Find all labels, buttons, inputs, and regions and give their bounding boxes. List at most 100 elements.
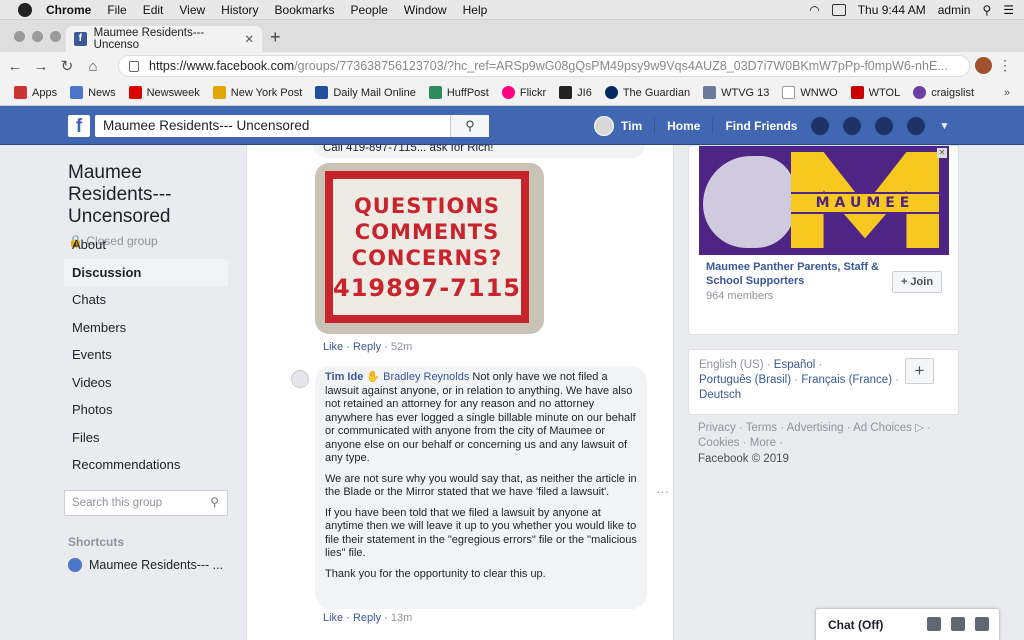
comment-options-icon[interactable]: ···	[656, 484, 669, 499]
settings-gear-icon[interactable]	[975, 617, 989, 631]
language-link[interactable]: Français (France)	[801, 374, 892, 386]
chrome-menu-icon[interactable]: ⋮	[998, 57, 1012, 74]
zoom-window-button[interactable]	[50, 31, 61, 42]
forward-icon[interactable]: →	[30, 58, 52, 75]
flickr-icon	[501, 86, 515, 99]
profile-link[interactable]: Tim	[621, 119, 642, 133]
menu-people[interactable]: People	[351, 3, 388, 17]
menu-file[interactable]: File	[107, 3, 126, 17]
comment-author[interactable]: Tim Ide	[325, 371, 363, 383]
suggested-group-name[interactable]: Maumee Panther Parents, Staff & School S…	[706, 260, 886, 288]
wifi-icon[interactable]: ◠	[809, 3, 819, 17]
nav-discussion[interactable]: Discussion	[64, 258, 228, 286]
language-link[interactable]: Deutsch	[699, 389, 741, 401]
extension-icon[interactable]	[975, 57, 992, 74]
footer-link[interactable]: Ad Choices	[853, 422, 912, 434]
menu-bookmarks[interactable]: Bookmarks	[275, 3, 335, 17]
user-name[interactable]: admin	[938, 3, 971, 17]
close-icon[interactable]: ✕	[937, 148, 947, 158]
search-icon[interactable]: ⚲	[210, 495, 219, 509]
bookmark-new-york-post[interactable]: New York Post	[212, 86, 302, 99]
find-friends-link[interactable]: Find Friends	[725, 119, 797, 133]
bookmark-craigslist[interactable]: craigslist	[913, 86, 974, 99]
menu-help[interactable]: Help	[463, 3, 488, 17]
join-button[interactable]: + Join	[892, 271, 942, 293]
back-icon[interactable]: ←	[4, 58, 26, 75]
facebook-search-input[interactable]: Maumee Residents--- Uncensored	[95, 115, 489, 137]
app-menu-chrome[interactable]: Chrome	[46, 3, 91, 17]
address-bar[interactable]: https://www.facebook.com/groups/77363875…	[118, 55, 970, 77]
bookmark-huffpost[interactable]: HuffPost	[428, 86, 489, 99]
bookmark-the-guardian[interactable]: The Guardian	[604, 86, 690, 99]
menu-window[interactable]: Window	[404, 3, 447, 17]
compose-icon[interactable]	[927, 617, 941, 631]
reply-link[interactable]: Reply	[353, 341, 381, 353]
timestamp[interactable]: 52m	[391, 341, 412, 353]
menu-view[interactable]: View	[179, 3, 205, 17]
footer-link[interactable]: Advertising	[787, 422, 844, 434]
ad-image[interactable]: MAUMEE ✕	[699, 146, 949, 255]
bookmarks-overflow-button[interactable]: »	[1004, 87, 1010, 99]
minimize-window-button[interactable]	[32, 31, 43, 42]
footer-link[interactable]: Cookies	[698, 437, 740, 449]
search-icon[interactable]: ⚲	[450, 115, 489, 137]
bookmark-wtvg[interactable]: WTVG 13	[703, 86, 769, 99]
avatar[interactable]	[291, 370, 309, 388]
add-language-button[interactable]: +	[905, 358, 934, 384]
tagged-user[interactable]: Bradley Reynolds	[383, 371, 469, 383]
chat-label[interactable]: Chat (Off)	[828, 618, 883, 632]
footer-link[interactable]: Privacy	[698, 422, 736, 434]
like-link[interactable]: Like	[323, 612, 343, 624]
chat-bar[interactable]: Chat (Off)	[815, 608, 1000, 640]
close-tab-icon[interactable]: ✕	[244, 32, 254, 46]
group-title[interactable]: Maumee Residents--- Uncensored	[68, 162, 238, 228]
bookmark-wnwo[interactable]: WNWO	[782, 86, 838, 99]
footer-link[interactable]: More	[750, 437, 776, 449]
home-icon[interactable]: ⌂	[82, 58, 104, 75]
comment-photo[interactable]: QUESTIONS COMMENTS CONCERNS? 419897-7115	[315, 163, 544, 334]
nav-files[interactable]: Files	[64, 424, 228, 452]
reply-link[interactable]: Reply	[353, 612, 381, 624]
reload-icon[interactable]: ↻	[56, 57, 78, 75]
language-link[interactable]: Português (Brasil)	[699, 374, 791, 386]
like-link[interactable]: Like	[323, 341, 343, 353]
nav-about[interactable]: About	[64, 231, 228, 259]
nav-events[interactable]: Events	[64, 341, 228, 369]
help-icon[interactable]	[907, 117, 926, 135]
nav-photos[interactable]: Photos	[64, 396, 228, 424]
language-link[interactable]: Español	[774, 359, 816, 371]
new-tab-button[interactable]: +	[270, 27, 281, 48]
avatar[interactable]	[594, 116, 614, 136]
nav-members[interactable]: Members	[64, 314, 228, 342]
apple-icon[interactable]: a	[18, 2, 32, 17]
nav-chats[interactable]: Chats	[64, 286, 228, 314]
nav-recommendations[interactable]: Recommendations	[64, 451, 228, 479]
clock[interactable]: Thu 9:44 AM	[858, 3, 926, 17]
create-group-icon[interactable]	[951, 617, 965, 631]
bookmark-flickr[interactable]: Flickr	[501, 86, 546, 99]
bookmark-news[interactable]: News	[70, 86, 116, 99]
bookmark-wtol[interactable]: WTOL	[850, 86, 900, 99]
browser-tab[interactable]: f Maumee Residents--- Uncenso ✕	[66, 26, 262, 52]
timestamp[interactable]: 13m	[391, 612, 412, 624]
bookmark-newsweek[interactable]: Newsweek	[128, 86, 200, 99]
bookmark-ji6[interactable]: JI6	[559, 86, 592, 99]
friend-requests-icon[interactable]	[811, 117, 830, 135]
footer-link[interactable]: Terms	[746, 422, 777, 434]
messenger-icon[interactable]	[843, 117, 862, 135]
notifications-bell-icon[interactable]	[875, 117, 894, 135]
battery-icon[interactable]	[831, 3, 846, 16]
nav-videos[interactable]: Videos	[64, 369, 228, 397]
menu-edit[interactable]: Edit	[143, 3, 164, 17]
bookmark-apps[interactable]: Apps	[14, 86, 57, 99]
home-link[interactable]: Home	[667, 119, 700, 133]
close-window-button[interactable]	[14, 31, 25, 42]
bookmark-daily-mail[interactable]: Daily Mail Online	[315, 86, 416, 99]
spotlight-icon[interactable]: ⚲	[982, 3, 991, 17]
shortcut-item[interactable]: Maumee Residents--- ...	[68, 558, 223, 572]
notification-center-icon[interactable]: ☰	[1003, 3, 1014, 17]
menu-history[interactable]: History	[221, 3, 258, 17]
facebook-logo-icon[interactable]: f	[68, 115, 90, 137]
account-menu-icon[interactable]: ▼	[939, 121, 949, 132]
group-search-input[interactable]: Search this group ⚲	[64, 490, 228, 516]
